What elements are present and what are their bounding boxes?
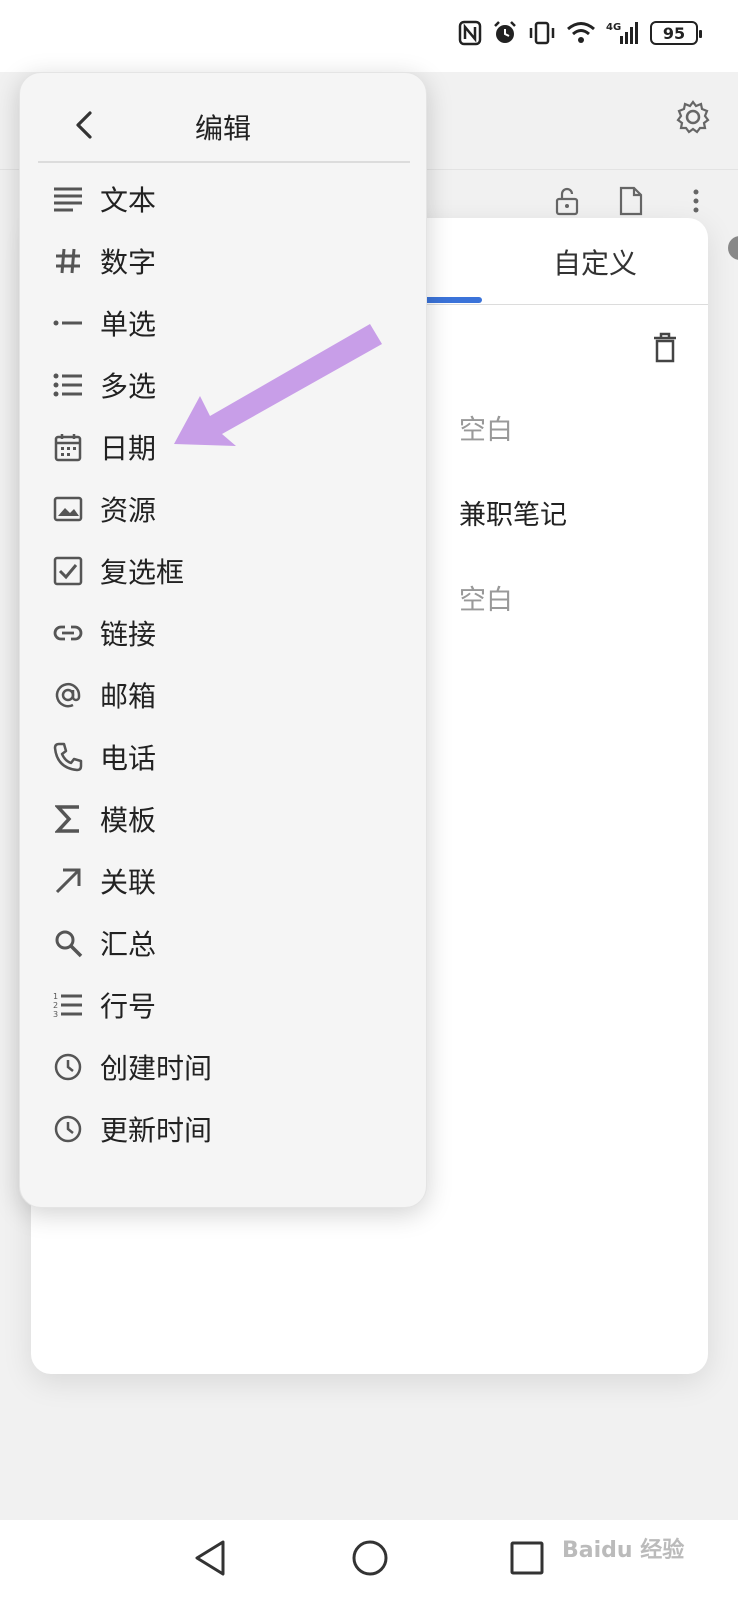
- tab-custom[interactable]: 自定义: [553, 242, 637, 282]
- checkbox-icon: [50, 553, 86, 589]
- svg-text:3: 3: [53, 1010, 58, 1019]
- trash-icon[interactable]: [652, 332, 678, 364]
- watermark: Baidu 经验: [562, 1538, 685, 1563]
- menu-item-phone[interactable]: 电话: [20, 725, 426, 789]
- arrow-up-right-icon: [50, 863, 86, 899]
- alarm-icon: [494, 21, 516, 43]
- status-bar: 4G 95: [0, 0, 738, 72]
- single-select-icon: [50, 305, 86, 341]
- menu-item-label: 文本: [100, 184, 157, 217]
- menu-item-link[interactable]: 链接: [20, 601, 426, 665]
- svg-text:1: 1: [53, 992, 58, 1001]
- menu-item-updated-time[interactable]: 更新时间: [20, 1097, 426, 1161]
- status-icons: 4G 95: [458, 20, 702, 46]
- menu-item-relation[interactable]: 关联: [20, 849, 426, 913]
- vibrate-icon: [529, 21, 555, 45]
- menu-item-label: 邮箱: [100, 680, 157, 713]
- cell-empty-1: 空白: [459, 415, 513, 446]
- menu-item-label: 更新时间: [100, 1114, 213, 1147]
- signal-icon: 4G: [606, 22, 638, 44]
- menu-item-label: 单选: [100, 308, 157, 341]
- menu-item-label: 日期: [100, 432, 157, 465]
- menu-item-label: 电话: [100, 742, 157, 775]
- menu-item-label: 行号: [100, 990, 157, 1023]
- menu-item-email[interactable]: 邮箱: [20, 663, 426, 727]
- menu-item-resource[interactable]: 资源: [20, 477, 426, 541]
- menu-item-number[interactable]: 数字: [20, 229, 426, 293]
- wifi-icon: [567, 22, 595, 43]
- svg-text:2: 2: [53, 1001, 58, 1010]
- phone-icon: [50, 739, 86, 775]
- cell-value[interactable]: 兼职笔记: [459, 493, 567, 532]
- clock-icon: [50, 1049, 86, 1085]
- unlock-icon[interactable]: [554, 186, 580, 216]
- more-vertical-icon[interactable]: [690, 186, 702, 216]
- annotation-arrow-icon: [174, 324, 382, 446]
- menu-item-label: 模板: [100, 804, 157, 837]
- calendar-icon: [50, 429, 86, 465]
- gear-icon[interactable]: [676, 100, 710, 134]
- nfc-icon: [458, 20, 482, 46]
- sigma-icon: [50, 801, 86, 837]
- menu-item-label: 复选框: [100, 556, 185, 589]
- svg-text:4G: 4G: [606, 22, 621, 33]
- menu-item-label: 汇总: [100, 928, 157, 961]
- link-icon: [50, 615, 86, 651]
- clock-icon: [50, 1111, 86, 1147]
- menu-title: 编辑: [194, 112, 251, 145]
- recents-square-icon[interactable]: [508, 1538, 546, 1578]
- home-circle-icon[interactable]: [350, 1538, 390, 1578]
- side-handle: [728, 236, 738, 260]
- back-triangle-icon[interactable]: [192, 1538, 228, 1578]
- menu-item-label: 数字: [100, 246, 157, 279]
- menu-item-label: 多选: [100, 370, 157, 403]
- battery-indicator: 95: [650, 21, 702, 45]
- at-icon: [50, 677, 86, 713]
- menu-item-label: 创建时间: [100, 1052, 213, 1085]
- menu-item-label: 链接: [100, 618, 157, 651]
- menu-item-checkbox[interactable]: 复选框: [20, 539, 426, 603]
- menu-item-label: 关联: [100, 866, 157, 899]
- list-icon: [50, 367, 86, 403]
- menu-item-label: 资源: [100, 494, 157, 527]
- image-icon: [50, 491, 86, 527]
- cell-empty-2: 空白: [459, 585, 513, 616]
- menu-divider: [38, 161, 410, 163]
- menu-item-template[interactable]: 模板: [20, 787, 426, 851]
- search-icon: [50, 925, 86, 961]
- menu-item-summary[interactable]: 汇总: [20, 911, 426, 975]
- menu-item-row-number[interactable]: 123 行号: [20, 973, 426, 1037]
- field-type-menu: 编辑 文本 数字 单选 多选 日期 资源 复选框 链接 邮箱 电话 模板 关联 …: [19, 72, 427, 1208]
- hash-icon: [50, 243, 86, 279]
- numbered-list-icon: 123: [50, 987, 86, 1023]
- file-icon[interactable]: [618, 186, 644, 216]
- menu-item-created-time[interactable]: 创建时间: [20, 1035, 426, 1099]
- text-icon: [50, 181, 86, 217]
- menu-item-text[interactable]: 文本: [20, 167, 426, 231]
